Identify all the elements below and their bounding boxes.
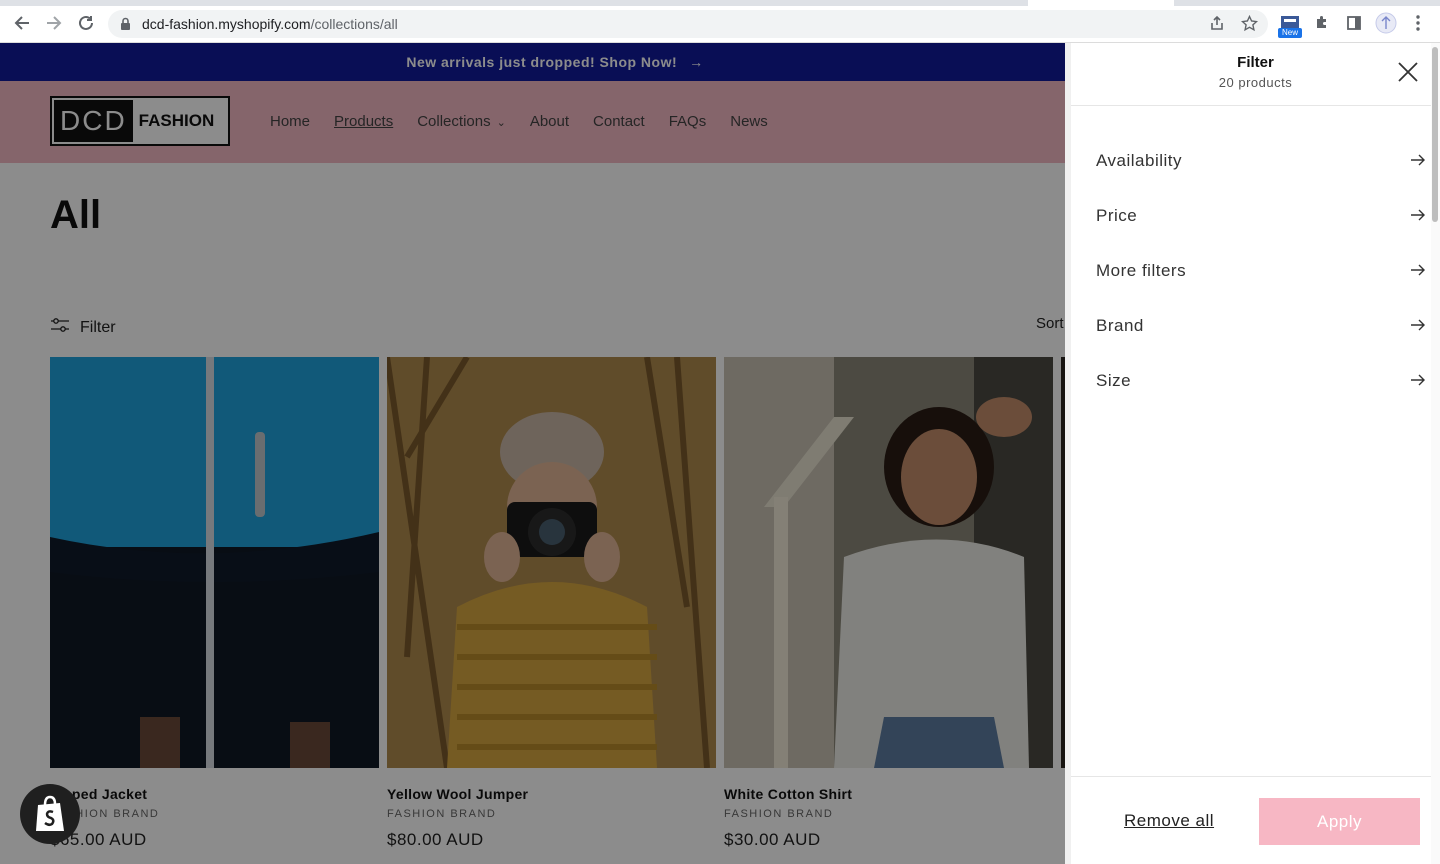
url-path: /collections/all: [310, 16, 398, 32]
filter-availability[interactable]: Availability: [1096, 133, 1426, 188]
filter-label: Price: [1096, 205, 1138, 225]
arrow-right-icon: [1410, 371, 1426, 391]
url-domain: dcd-fashion.myshopify.com: [142, 16, 311, 32]
filter-brand[interactable]: Brand: [1096, 298, 1426, 353]
filter-label: Brand: [1096, 315, 1144, 335]
drawer-header: Filter 20 products: [1071, 43, 1440, 106]
lock-icon[interactable]: [120, 17, 131, 36]
product-count: 20 products: [1218, 75, 1293, 90]
active-tab[interactable]: [1028, 0, 1174, 6]
drawer-backdrop[interactable]: [0, 43, 1065, 864]
bookmark-star-icon[interactable]: [1240, 14, 1259, 33]
remove-all-link[interactable]: Remove all: [1124, 811, 1214, 831]
reload-icon[interactable]: [75, 12, 97, 34]
arrow-right-icon: [1410, 261, 1426, 281]
profile-avatar-icon[interactable]: [1375, 12, 1397, 34]
shopify-bag-icon: [36, 795, 64, 831]
shop-page: New arrivals just dropped! Shop Now! → D…: [0, 43, 1440, 864]
filter-label: Availability: [1096, 150, 1183, 170]
puzzle-extensions-icon[interactable]: [1311, 12, 1333, 34]
filter-label: Size: [1096, 370, 1132, 390]
arrow-right-icon: [1410, 206, 1426, 226]
apply-button[interactable]: Apply: [1259, 798, 1420, 845]
filter-list: Availability Price More filters Brand Si…: [1096, 133, 1426, 408]
shopify-chat-button[interactable]: [20, 784, 80, 844]
drawer-footer: Remove all Apply: [1071, 776, 1440, 864]
back-icon[interactable]: [11, 12, 33, 34]
filter-drawer: Filter 20 products Availability Price Mo…: [1065, 43, 1440, 864]
side-panel-icon[interactable]: [1343, 12, 1365, 34]
filter-label: More filters: [1096, 260, 1187, 280]
url-text: dcd-fashion.myshopify.com/collections/al…: [142, 16, 398, 32]
tab-strip: [0, 0, 1440, 6]
scrollbar-thumb[interactable]: [1432, 47, 1438, 222]
arrow-right-icon: [1410, 151, 1426, 171]
more-menu-icon[interactable]: [1407, 12, 1429, 34]
new-badge: New: [1278, 28, 1302, 38]
share-icon[interactable]: [1209, 15, 1227, 33]
filter-more-filters[interactable]: More filters: [1096, 243, 1426, 298]
browser-toolbar: dcd-fashion.myshopify.com/collections/al…: [0, 0, 1440, 43]
filter-price[interactable]: Price: [1096, 188, 1426, 243]
arrow-right-icon: [1410, 316, 1426, 336]
drawer-title: Filter: [1237, 54, 1274, 71]
close-icon[interactable]: [1397, 61, 1419, 83]
filter-size[interactable]: Size: [1096, 353, 1426, 408]
address-bar[interactable]: dcd-fashion.myshopify.com/collections/al…: [108, 10, 1268, 38]
forward-icon[interactable]: [43, 12, 65, 34]
